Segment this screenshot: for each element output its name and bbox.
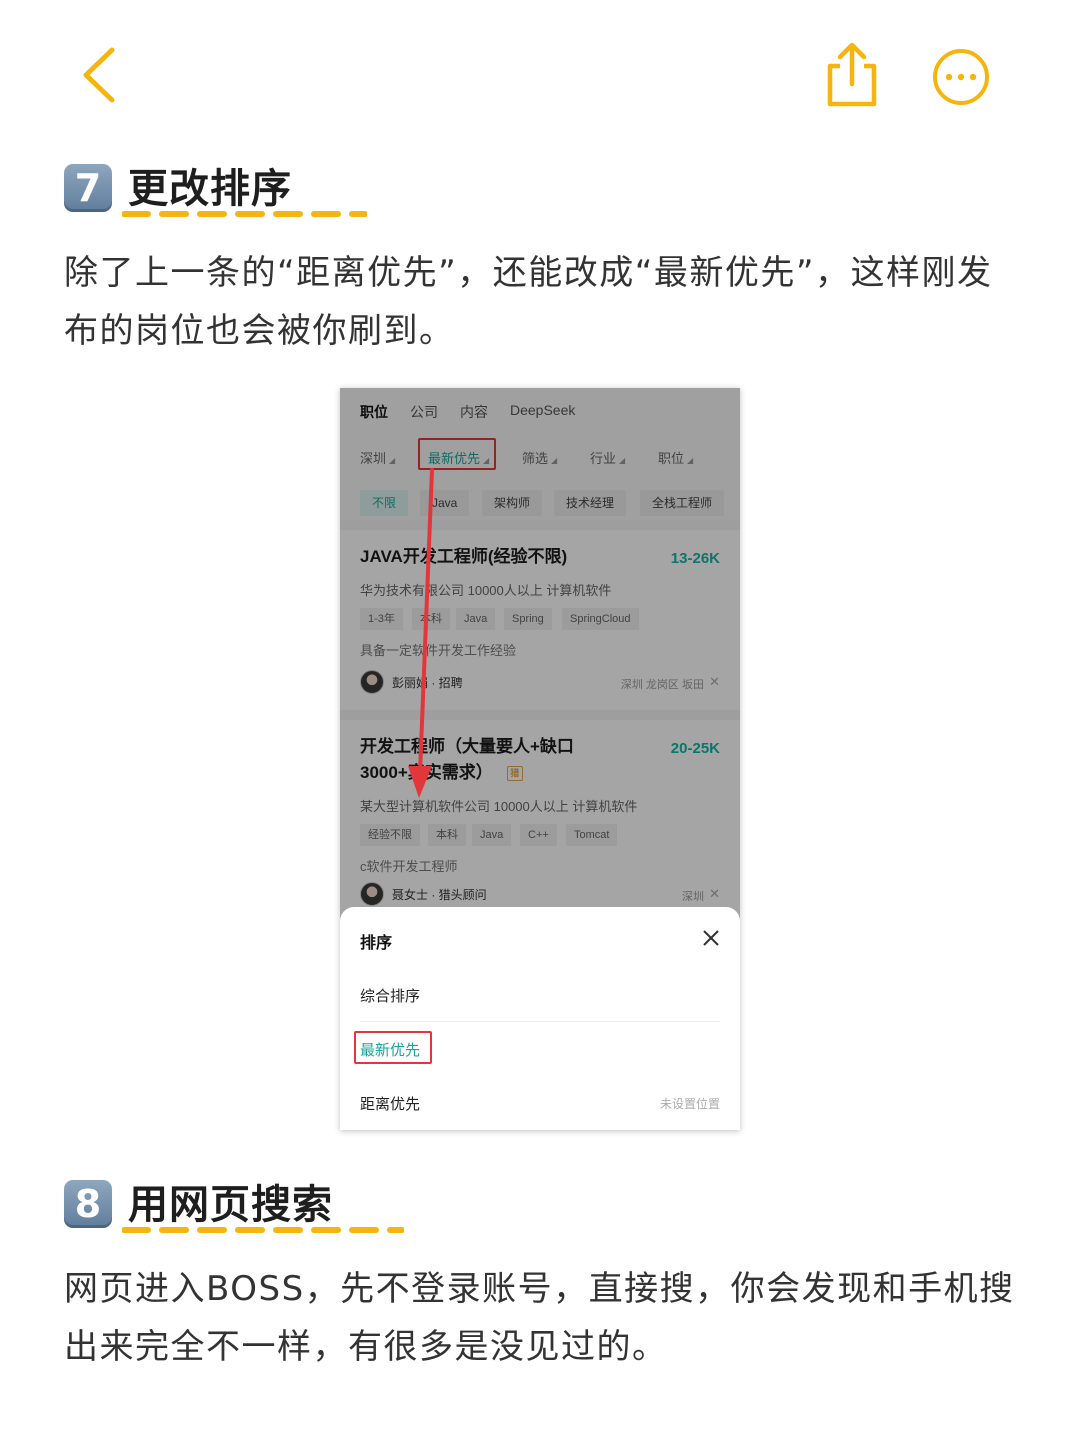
dashed-underline-icon	[122, 211, 367, 217]
number-badge-7: 7	[64, 164, 112, 212]
number-badge-8: 8	[64, 1180, 112, 1228]
chevron-left-icon	[83, 47, 115, 103]
close-button[interactable]	[700, 927, 722, 949]
section-8-title: 用网页搜索	[128, 1182, 333, 1228]
more-button[interactable]	[930, 46, 992, 108]
sort-sheet: 排序 综合排序 最新优先 距离优先 未设置位置	[340, 907, 740, 1130]
more-icon	[933, 49, 989, 105]
app-screenshot: 职位 公司 内容 DeepSeek 深圳 ◢ 最新优先 ◢ 筛选 ◢ 行业 ◢ 职位 ◢ …	[340, 388, 740, 1130]
divider	[360, 1021, 720, 1022]
share-icon	[827, 42, 877, 107]
location-hint: 未设置位置	[659, 1097, 720, 1111]
highlight-box-option	[354, 1031, 432, 1064]
sort-option-comprehensive[interactable]: 综合排序	[360, 985, 420, 1006]
close-icon	[703, 930, 719, 946]
section-7-text: 除了上一条的“距离优先”，还能改成“最新优先”，这样刚发布的岗位也会被你刷到。	[64, 253, 993, 351]
sheet-title: 排序	[360, 935, 393, 952]
top-bar	[0, 0, 1080, 150]
share-button[interactable]	[818, 40, 884, 110]
sort-option-distance[interactable]: 距离优先	[360, 1093, 420, 1114]
back-button[interactable]	[70, 40, 130, 110]
section-8-text: 网页进入BOSS，先不登录账号，直接搜，你会发现和手机搜出来完全不一样，有很多是…	[64, 1269, 1015, 1367]
section-7-title: 更改排序	[128, 166, 292, 212]
dashed-underline-icon	[122, 1227, 404, 1233]
